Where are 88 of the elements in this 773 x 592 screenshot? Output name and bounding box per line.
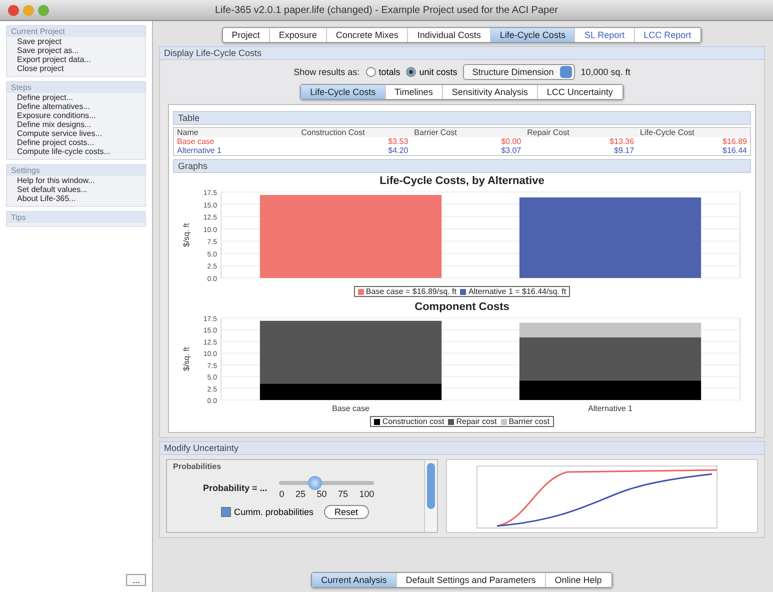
legend-label: Base case = $16.89/sq. ft (366, 287, 456, 296)
table-cell-text: $3.07 (500, 146, 522, 155)
dropdown-value: Structure Dimension (472, 67, 554, 77)
sidebar-item[interactable]: Define project... (7, 93, 145, 102)
section-header: Table (173, 111, 751, 125)
legend-swatch (500, 418, 507, 424)
section-header: Tips (7, 212, 145, 223)
sidebar-item[interactable]: Define alternatives... (7, 102, 145, 111)
table-cell-text: $16.89 (722, 137, 748, 146)
tick-label: 75 (338, 489, 348, 499)
column-header: Life-Cycle Cost (639, 128, 696, 137)
section-header: Display Life-Cycle Costs (159, 46, 765, 60)
table-cell-text: $13.36 (608, 137, 636, 146)
section-header: Settings (7, 165, 145, 176)
sidebar-item[interactable]: Compute life-cycle costs... (7, 147, 145, 156)
tab[interactable]: Concrete Mixes (326, 28, 408, 42)
legend-swatch (460, 288, 466, 294)
sidebar-item[interactable]: Close project (7, 64, 145, 73)
dimension-value: 10,000 sq. ft (580, 67, 630, 77)
radio-button[interactable]: unit costs (406, 67, 458, 77)
tab[interactable]: LCC Report (634, 28, 702, 42)
table-cell-text: $9.17 (613, 146, 636, 155)
table-cell-text: Base case (176, 137, 216, 146)
legend-label: Construction cost (382, 417, 444, 426)
column-header: Construction Cost (300, 128, 366, 137)
minimize-button[interactable] (23, 4, 34, 16)
chart-title: Component Costs (414, 301, 510, 313)
table-cell-text: $4.20 (387, 146, 410, 155)
tab[interactable]: Life-Cycle Costs (490, 28, 576, 42)
dimension-dropdown[interactable]: Structure Dimension (463, 64, 575, 80)
sidebar-item[interactable]: Compute service lives... (7, 129, 145, 138)
more-button[interactable]: ... (126, 574, 146, 586)
tab[interactable]: Exposure (270, 28, 327, 42)
reset-button[interactable]: Reset (324, 505, 370, 519)
legend-swatch (358, 288, 364, 294)
table-cell-text: $16.44 (722, 146, 748, 155)
tab[interactable]: Sensitivity Analysis (442, 85, 538, 99)
section-header: Graphs (173, 159, 751, 173)
legend-label: Barrier cost (508, 417, 550, 426)
tab[interactable]: Online Help (546, 573, 612, 587)
slider-thumb[interactable] (308, 476, 322, 490)
group-label: Probabilities (173, 462, 222, 471)
probability-label: Probability = ... (203, 483, 268, 493)
tick-label: 50 (316, 489, 327, 499)
tab[interactable]: Current Analysis (312, 573, 397, 587)
tick-label: 100 (359, 489, 374, 499)
label: Show results as: (294, 67, 360, 77)
tick-label: 25 (296, 489, 306, 499)
tab[interactable]: Life-Cycle Costs (301, 85, 386, 99)
section-header: Modify Uncertainty (159, 441, 765, 455)
axis-label: $/sq. ft (182, 347, 190, 371)
sidebar-item[interactable]: Set default values... (7, 185, 145, 194)
legend-swatch (374, 418, 380, 424)
window-title: Life-365 v2.0.1 paper.life (changed) - Example Project used for the ACI Paper (214, 4, 559, 16)
tick-label: 0 (279, 489, 284, 499)
sidebar-item[interactable]: About Life-365... (7, 194, 145, 203)
table-cell-text: $0.00 (500, 137, 522, 146)
tab[interactable]: Timelines (386, 85, 443, 99)
sidebar-item[interactable]: Define project costs... (7, 138, 145, 147)
checkbox[interactable]: Cumm. probabilities (221, 507, 314, 517)
section-header: Current Project (7, 26, 145, 37)
sidebar-item[interactable]: Save project as... (7, 46, 145, 55)
axis-label: $/sq. ft (182, 223, 190, 247)
category-label: Base case (332, 404, 369, 413)
sidebar-item[interactable]: Help for this window... (7, 176, 145, 185)
scrollbar[interactable] (424, 460, 437, 532)
column-header: Repair Cost (526, 128, 570, 137)
table-cell-text: Alternative 1 (176, 146, 222, 155)
column-header: Name (176, 128, 200, 137)
sidebar-item[interactable]: Export project data... (7, 55, 145, 64)
sidebar-item[interactable]: Exposure conditions... (7, 111, 145, 120)
sidebar-item[interactable]: Save project (7, 37, 145, 46)
chart-title: Life-Cycle Costs, by Alternative (380, 175, 544, 187)
close-button[interactable] (8, 4, 19, 16)
legend-swatch (448, 418, 454, 424)
tab[interactable]: SL Report (575, 28, 635, 42)
category-label: Alternative 1 (588, 404, 632, 413)
radio-button[interactable]: totals (366, 67, 400, 77)
table-cell-text: $3.53 (387, 137, 410, 146)
sidebar-item[interactable]: Define mix designs... (7, 120, 145, 129)
section-header: Steps (7, 82, 145, 93)
column-header: Barrier Cost (413, 128, 458, 137)
legend-label: Repair cost (456, 417, 497, 426)
tab[interactable]: Default Settings and Parameters (396, 573, 546, 587)
tab[interactable]: LCC Uncertainty (538, 85, 623, 99)
legend-label: Alternative 1 = $16.44/sq. ft (468, 287, 566, 296)
tab[interactable]: Project (222, 28, 270, 42)
zoom-button[interactable] (38, 4, 49, 16)
